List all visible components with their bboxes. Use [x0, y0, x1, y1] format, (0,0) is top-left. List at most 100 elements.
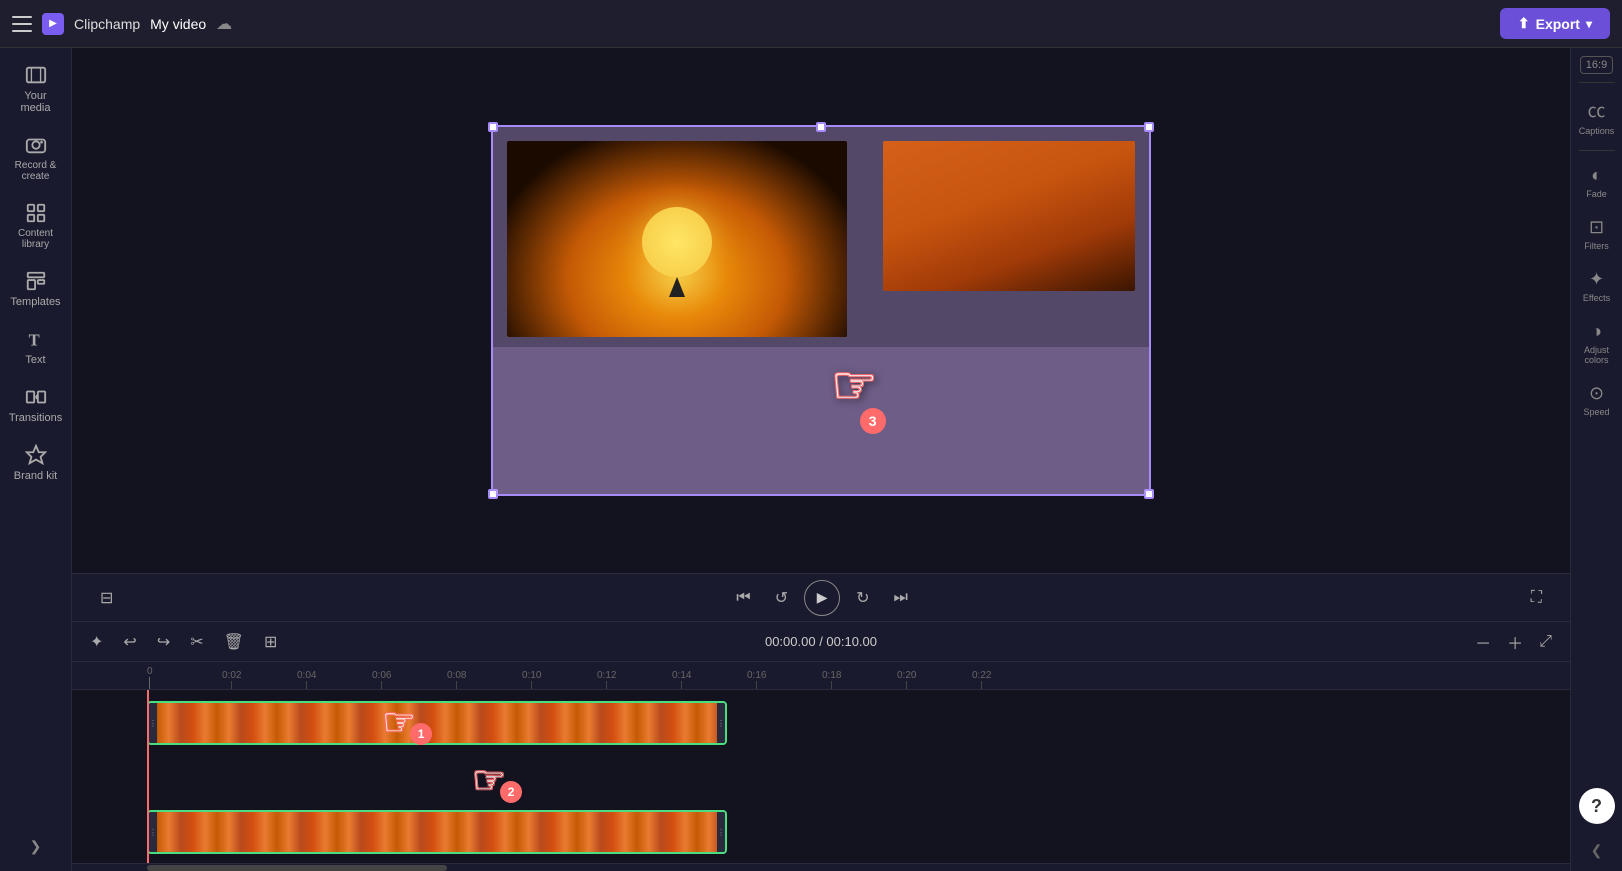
skip-forward-button[interactable]: ⏭ — [886, 585, 916, 611]
svg-text:T: T — [28, 330, 39, 349]
sidebar-collapse-button[interactable]: ❯ — [22, 830, 50, 863]
undo-button[interactable]: ↩ — [117, 629, 142, 655]
fullscreen-button[interactable]: ⛶ — [1523, 585, 1550, 611]
delete-button[interactable]: 🗑 — [218, 629, 250, 655]
project-name[interactable]: My video — [150, 16, 206, 32]
rs-item-filters[interactable]: ⊡ Filters — [1575, 211, 1619, 257]
menu-button[interactable] — [12, 16, 32, 32]
transitions-icon — [25, 386, 47, 408]
sidebar-item-templates[interactable]: Templates — [6, 262, 66, 316]
right-sidebar-collapse-button[interactable]: ❮ — [1587, 838, 1607, 863]
aspect-ratio-badge[interactable]: 16:9 — [1580, 56, 1613, 74]
redo-button[interactable]: ↪ — [151, 629, 176, 655]
skip-back-button[interactable]: ⏮ — [728, 585, 758, 611]
scrollbar-thumb[interactable] — [147, 865, 447, 871]
grid-icon — [25, 202, 47, 224]
subtitle-toggle-button[interactable]: ⊟ — [92, 584, 121, 612]
zoom-controls: － ＋ ⤢ — [1469, 627, 1558, 657]
resize-handle-tl[interactable] — [488, 122, 498, 132]
playback-center: ⏮ ↺ ▶ ↻ ⏭ — [728, 580, 916, 616]
video-clip-left — [507, 141, 847, 337]
track-thumbnail-2 — [157, 812, 717, 852]
video-track-1[interactable]: ⋮ ⋮ — [147, 701, 727, 745]
topbar: Clipchamp My video ☁ ⬆ Export ▾ — [0, 0, 1622, 48]
templates-icon — [25, 270, 47, 292]
adjust-colors-icon: ◑ — [1591, 321, 1602, 342]
add-media-button[interactable]: ⊞ — [258, 629, 283, 655]
zoom-out-button[interactable]: － — [1469, 627, 1497, 657]
step-badge-2: 2 — [500, 781, 522, 803]
resize-handle-tm[interactable] — [816, 122, 826, 132]
export-label: Export — [1536, 16, 1580, 32]
track-row-2: ⋮ ⋮ — [72, 806, 1570, 858]
sidebar-item-brand-kit[interactable]: Brand kit — [6, 436, 66, 490]
sidebar-item-transitions[interactable]: Transitions — [6, 378, 66, 432]
help-button[interactable]: ? — [1579, 788, 1615, 824]
rewind-button[interactable]: ↺ — [767, 584, 796, 612]
app-name: Clipchamp — [74, 16, 140, 32]
timeline-scrollbar[interactable] — [72, 863, 1570, 871]
fit-timeline-button[interactable]: ⤢ — [1533, 627, 1558, 657]
track-handle-right-1[interactable]: ⋮ — [717, 703, 725, 743]
sidebar-item-record-create[interactable]: Record &create — [6, 126, 66, 190]
playback-right: ⛶ — [1523, 585, 1550, 611]
track-thumbnail-1 — [157, 703, 717, 743]
ruler-mark-16: 0:16 — [747, 670, 766, 689]
left-sidebar: Your media Record &create Contentlibrary… — [0, 48, 72, 871]
cursor-hand-step2: ☞ 2 — [472, 758, 522, 803]
rs-label-filters: Filters — [1584, 241, 1609, 251]
time-display: 00:00.00 / 00:10.00 — [765, 634, 877, 649]
center-area: ☞ 3 ⊟ ⏮ ↺ ▶ ↻ ⏭ ⛶ ✦ — [72, 48, 1570, 871]
video-clip-left-inner — [507, 141, 847, 337]
fast-forward-button[interactable]: ↻ — [848, 584, 877, 612]
ruler-mark-04: 0:04 — [297, 670, 316, 689]
resize-handle-tr[interactable] — [1144, 122, 1154, 132]
track-handle-right-2[interactable]: ⋮ — [717, 812, 725, 852]
video-track-2[interactable]: ⋮ ⋮ — [147, 810, 727, 854]
video-clip-right — [883, 141, 1135, 291]
preview-area: ☞ 3 — [72, 48, 1570, 573]
sidebar-label-transitions: Transitions — [9, 412, 62, 424]
sidebar-label-record: Record &create — [15, 160, 57, 182]
text-icon: T — [25, 328, 47, 350]
sidebar-label-your-media: Your media — [10, 90, 62, 114]
magic-select-button[interactable]: ✦ — [84, 629, 109, 655]
zoom-in-button[interactable]: ＋ — [1501, 627, 1529, 657]
track-handle-left-1[interactable]: ⋮ — [149, 703, 157, 743]
ruler-marks: 0 0:02 0:04 0:06 0:08 0:10 0:12 0:14 0:1… — [72, 662, 1570, 689]
rs-item-fade[interactable]: ◐ Fade — [1575, 159, 1619, 205]
playback-controls: ⊟ ⏮ ↺ ▶ ↻ ⏭ ⛶ — [72, 573, 1570, 621]
main-area: Your media Record &create Contentlibrary… — [0, 48, 1622, 871]
sidebar-label-templates: Templates — [10, 296, 60, 308]
timeline-tracks: ⋮ ⋮ ⋮ ⋮ — [72, 690, 1570, 863]
rs-label-effects: Effects — [1583, 293, 1610, 303]
track-row-1: ⋮ ⋮ — [72, 697, 1570, 749]
sidebar-label-text: Text — [25, 354, 45, 366]
rs-item-effects[interactable]: ✦ Effects — [1575, 263, 1619, 309]
sidebar-item-text[interactable]: T Text — [6, 320, 66, 374]
rs-item-adjust-colors[interactable]: ◑ Adjustcolors — [1575, 315, 1619, 371]
export-button[interactable]: ⬆ Export ▾ — [1500, 8, 1610, 39]
ruler-mark-22: 0:22 — [972, 670, 991, 689]
playhead[interactable] — [147, 690, 149, 863]
sidebar-label-content-library: Contentlibrary — [18, 228, 53, 250]
brand-kit-icon — [25, 444, 47, 466]
filters-icon: ⊡ — [1589, 217, 1604, 238]
sidebar-label-brand-kit: Brand kit — [14, 470, 57, 482]
track-handle-left-2[interactable]: ⋮ — [149, 812, 157, 852]
timeline-section: ✦ ↩ ↪ ✂ 🗑 ⊞ 00:00.00 / 00:10.00 － ＋ ⤢ 0 … — [72, 621, 1570, 871]
rs-label-adjust-colors: Adjustcolors — [1584, 345, 1609, 365]
rs-item-speed[interactable]: ⊙ Speed — [1575, 377, 1619, 423]
fade-icon: ◐ — [1591, 165, 1602, 186]
effects-icon: ✦ — [1589, 269, 1604, 290]
ruler-mark-0: 0 — [147, 666, 153, 689]
rs-item-captions[interactable]: ㏄ Captions — [1575, 91, 1619, 142]
sidebar-item-your-media[interactable]: Your media — [6, 56, 66, 122]
step-badge-1: 1 — [410, 723, 432, 745]
cut-button[interactable]: ✂ — [184, 629, 209, 655]
rs-label-fade: Fade — [1586, 189, 1607, 199]
sidebar-item-content-library[interactable]: Contentlibrary — [6, 194, 66, 258]
play-pause-button[interactable]: ▶ — [804, 580, 840, 616]
playback-left: ⊟ — [92, 584, 121, 612]
sun-graphic — [642, 207, 712, 277]
